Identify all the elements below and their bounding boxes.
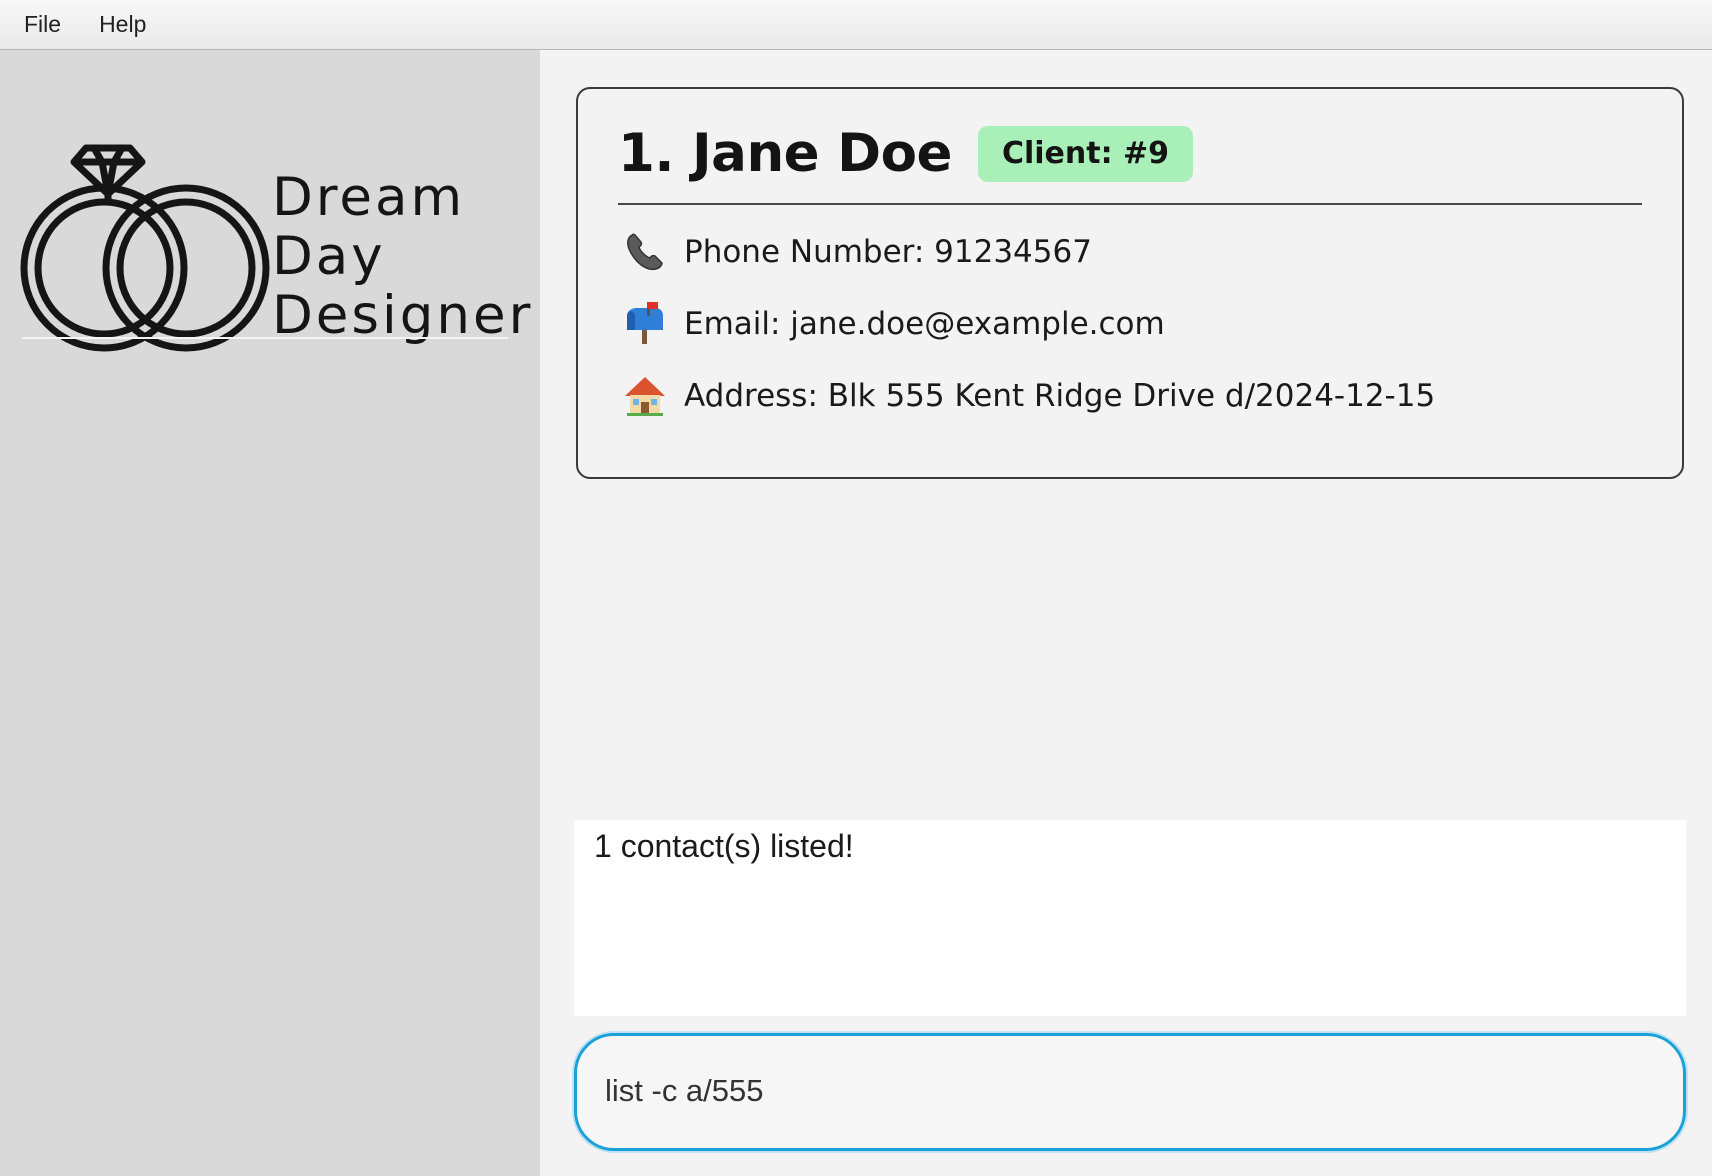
phone-text: Phone Number: 91234567 bbox=[684, 234, 1092, 270]
address-text: Address: Blk 555 Kent Ridge Drive d/2024… bbox=[684, 378, 1436, 414]
logo-wordmark: Dream Day Designer bbox=[272, 168, 533, 345]
address-field: Address: Blk 555 Kent Ridge Drive d/2024… bbox=[622, 373, 1435, 419]
result-message: 1 contact(s) listed! bbox=[594, 828, 854, 864]
menu-help[interactable]: Help bbox=[99, 11, 146, 38]
command-input[interactable] bbox=[605, 1066, 1645, 1116]
logo-line-day: Day bbox=[272, 226, 386, 287]
app-logo: Dream Day Designer bbox=[20, 102, 530, 362]
contact-name: 1. Jane Doe bbox=[618, 123, 952, 184]
logo-line-dream: Dream bbox=[272, 167, 466, 228]
phone-field: Phone Number: 91234567 bbox=[622, 229, 1092, 275]
client-badge: Client: #9 bbox=[977, 125, 1194, 182]
email-text: Email: jane.doe@example.com bbox=[684, 306, 1165, 342]
house-icon bbox=[622, 373, 668, 419]
card-header: 1. Jane Doe Client: #9 bbox=[618, 123, 1194, 184]
mailbox-icon bbox=[622, 301, 668, 347]
menu-file[interactable]: File bbox=[24, 11, 61, 38]
menu-bar: File Help bbox=[0, 0, 1712, 50]
sidebar: Dream Day Designer bbox=[0, 50, 540, 1176]
sidebar-divider bbox=[22, 337, 508, 339]
phone-icon bbox=[622, 229, 668, 275]
card-divider bbox=[618, 203, 1642, 205]
rings-logo-icon bbox=[20, 144, 270, 352]
email-field: Email: jane.doe@example.com bbox=[622, 301, 1165, 347]
main-panel: 1. Jane Doe Client: #9 Phone Number: 912… bbox=[540, 50, 1712, 1176]
command-box[interactable] bbox=[574, 1033, 1686, 1151]
contact-card[interactable]: 1. Jane Doe Client: #9 Phone Number: 912… bbox=[576, 87, 1684, 479]
result-display: 1 contact(s) listed! bbox=[574, 820, 1686, 1016]
